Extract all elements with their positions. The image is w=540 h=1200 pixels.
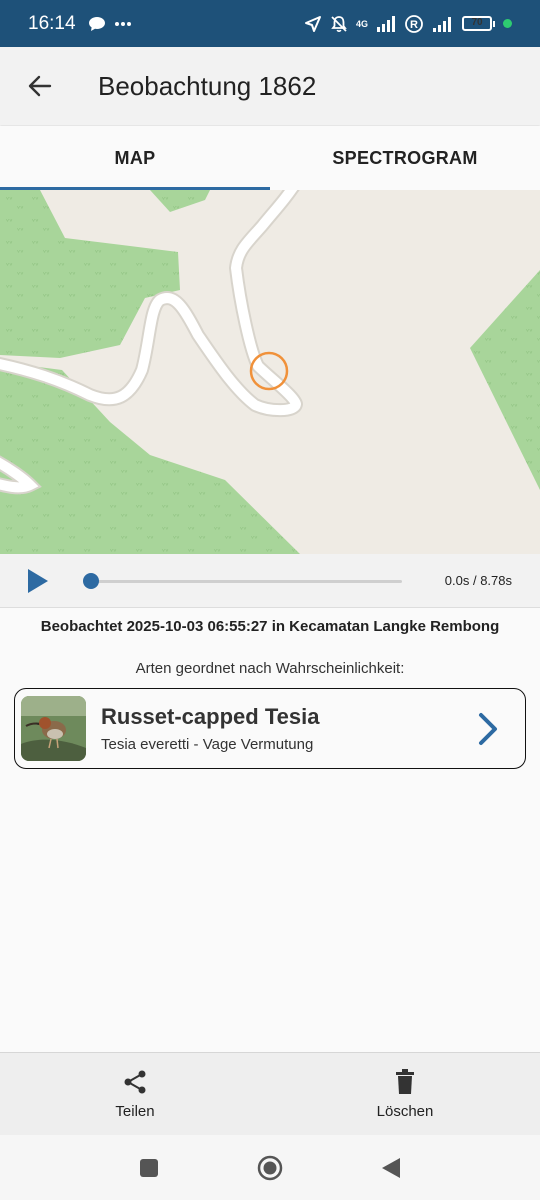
bottom-action-bar: Teilen Löschen <box>0 1052 540 1135</box>
signal-icon <box>377 15 395 32</box>
trash-icon <box>396 1068 414 1094</box>
species-card[interactable]: Russet-capped Tesia Tesia everetti - Vag… <box>14 688 526 769</box>
chevron-right-icon <box>479 712 497 745</box>
privacy-indicator-dot <box>503 19 512 28</box>
bell-off-icon <box>331 15 347 32</box>
home-icon[interactable] <box>256 1154 284 1182</box>
recents-icon[interactable] <box>138 1157 160 1179</box>
play-icon[interactable] <box>24 567 52 595</box>
species-name: Russet-capped Tesia <box>101 704 320 729</box>
map-view[interactable]: ᵛᵛ ᵛᵛ <box>0 190 540 554</box>
network-type: 4G <box>355 18 368 29</box>
seek-bar[interactable] <box>90 580 402 583</box>
status-bar: 16:14 4G R 70 <box>0 0 540 47</box>
page-title: Beobachtung 1862 <box>98 70 317 101</box>
seek-thumb[interactable] <box>83 573 99 589</box>
bird-thumbnail <box>21 696 86 761</box>
battery-level: 70 <box>471 17 483 28</box>
chat-bubble-icon <box>88 16 105 31</box>
audio-player: 0.0s / 8.78s <box>0 554 540 608</box>
share-icon <box>124 1070 146 1093</box>
more-dots-icon <box>114 21 131 26</box>
delete-label: Löschen <box>376 1102 434 1120</box>
species-scientific-name: Tesia everetti - Vage Vermutung <box>101 736 314 753</box>
signal-icon <box>433 16 451 32</box>
tab-bar: MAP SPECTROGRAM <box>0 126 540 190</box>
status-time: 16:14 <box>28 12 76 34</box>
svg-text:R: R <box>410 19 418 31</box>
back-button[interactable] <box>20 66 60 106</box>
tab-map[interactable]: MAP <box>0 126 270 190</box>
tab-spectrogram[interactable]: SPECTROGRAM <box>270 126 540 190</box>
arrow-left-icon <box>28 75 52 97</box>
battery-icon: 70 <box>462 16 495 31</box>
species-list-heading: Arten geordnet nach Wahrscheinlichkeit: <box>135 660 405 677</box>
delete-button[interactable]: Löschen <box>270 1053 540 1135</box>
observation-info: Beobachtet 2025-10-03 06:55:27 in Kecama… <box>40 618 500 635</box>
registered-icon: R <box>405 14 423 33</box>
share-label: Teilen <box>115 1102 155 1120</box>
app-bar: Beobachtung 1862 <box>0 47 540 125</box>
location-arrow-icon <box>304 15 321 32</box>
system-navigation-bar <box>0 1135 540 1200</box>
back-nav-icon[interactable] <box>380 1156 402 1180</box>
share-button[interactable]: Teilen <box>0 1053 270 1135</box>
playback-time: 0.0s / 8.78s <box>444 573 512 588</box>
